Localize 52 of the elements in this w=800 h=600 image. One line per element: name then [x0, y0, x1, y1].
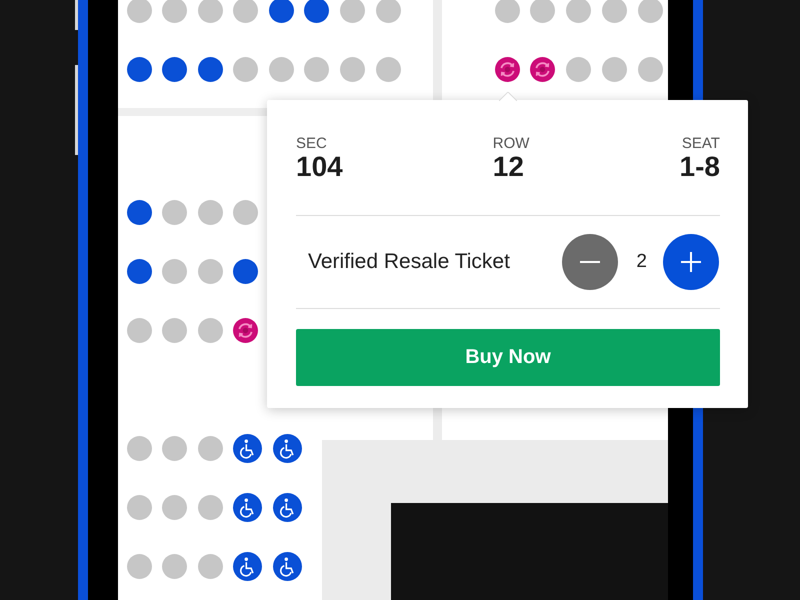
wheelchair-icon[interactable]	[233, 492, 262, 522]
seat-dot-icon	[233, 200, 258, 224]
seat-dot-icon	[162, 554, 188, 578]
seat-dot-icon	[566, 56, 591, 82]
wheelchair-icon[interactable]	[272, 552, 302, 580]
seat-dot-icon	[198, 436, 223, 460]
seat-dot-icon[interactable]	[126, 258, 152, 284]
minus-icon	[580, 261, 600, 263]
seat-dot-icon	[638, 56, 662, 82]
detail-label: SEC	[296, 136, 328, 152]
circular-arrows-icon[interactable]	[233, 318, 258, 342]
wheelchair-icon[interactable]	[233, 552, 262, 580]
seat-dot-icon	[304, 56, 330, 82]
seat-dot-icon[interactable]	[126, 56, 152, 82]
seat-dot-icon	[126, 554, 152, 578]
wheelchair-icon[interactable]	[272, 492, 302, 522]
plus-icon	[681, 252, 701, 272]
detail-value: 12	[492, 152, 525, 182]
seat-dot-icon	[340, 56, 366, 82]
seat-dot-icon	[268, 56, 294, 82]
phone-side-rail	[75, 0, 78, 30]
seat-dot-icon	[198, 200, 223, 224]
seat-dot-icon[interactable]	[162, 56, 188, 82]
seat-dot-icon[interactable]	[126, 200, 152, 224]
seat-dot-icon	[162, 436, 188, 460]
seat-dot-icon[interactable]	[233, 258, 258, 284]
seat-dot-icon	[126, 436, 152, 460]
quantity-value: 2	[636, 251, 647, 273]
seat-dot-icon	[162, 494, 188, 520]
ticket-type: Verified Resale Ticket	[308, 250, 511, 274]
detail-value: 104	[296, 152, 343, 182]
seat-dot-icon[interactable]	[198, 56, 223, 82]
seat-dot-icon	[162, 318, 188, 342]
seat-dot-icon	[602, 56, 627, 82]
seat-dot-icon	[376, 56, 401, 82]
circular-arrows-icon[interactable]	[530, 56, 556, 82]
detail-label: SEAT	[682, 136, 720, 152]
seat-dot-icon	[126, 318, 152, 342]
seat-dot-icon	[198, 258, 223, 284]
seat-dot-icon	[233, 56, 258, 82]
seat-dot-icon	[198, 554, 223, 578]
circular-arrows-icon[interactable]	[494, 56, 520, 82]
buy-now-button[interactable]: Buy Now	[296, 329, 720, 386]
seat-dot-icon	[162, 200, 188, 224]
seat-dot-icon	[198, 318, 223, 342]
seat-dot-icon	[126, 494, 152, 520]
seat-dot-icon	[162, 258, 188, 284]
seat-dot-icon	[198, 494, 223, 520]
detail-label: ROW	[492, 136, 530, 152]
wheelchair-icon[interactable]	[272, 434, 302, 462]
wheelchair-icon[interactable]	[233, 434, 262, 462]
detail-value: 1-8	[680, 152, 720, 182]
